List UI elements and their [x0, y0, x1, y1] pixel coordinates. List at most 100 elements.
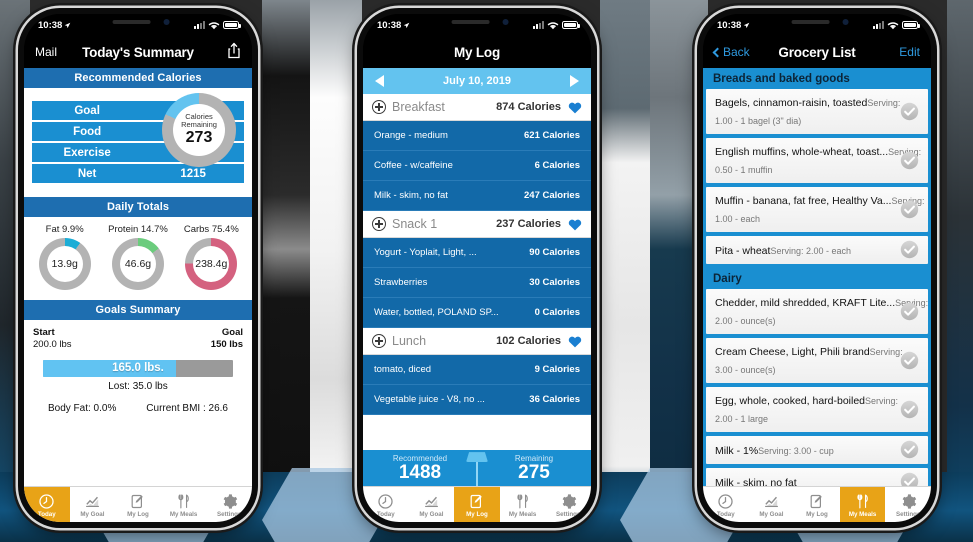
food-entry-row[interactable]: Orange - medium 621 Calories — [363, 121, 591, 151]
plus-circle-icon[interactable] — [372, 100, 386, 114]
food-entry-row[interactable]: Water, bottled, POLAND SP... 0 Calories — [363, 298, 591, 328]
tab-label: Settings — [216, 511, 242, 518]
check-circle-icon[interactable] — [900, 151, 919, 170]
next-arrow-icon[interactable] — [569, 75, 579, 87]
meal-calories: 874 Calories — [496, 101, 561, 113]
earpiece-speaker — [451, 20, 490, 24]
donut-center: Calories Remaining 273 — [173, 104, 225, 156]
tab-my-meals[interactable]: My Meals — [500, 487, 546, 522]
macro-caption: Protein 14.7% — [108, 224, 168, 235]
tab-label: My Goal — [419, 511, 444, 518]
food-entry-row[interactable]: Yogurt - Yoplait, Light, ... 90 Calories — [363, 238, 591, 268]
goal-endpoints: Start 200.0 lbs Goal 150 lbs — [33, 327, 243, 351]
remaining-value: 275 — [518, 462, 550, 484]
edit-button[interactable]: Edit — [878, 45, 920, 59]
grocery-list-item[interactable]: Milk - 1%Serving: 3.00 - cup — [706, 436, 928, 464]
plus-circle-icon[interactable] — [372, 217, 386, 231]
weight-lost-text: Lost: 35.0 lbs — [108, 380, 168, 392]
tab-my-log[interactable]: My Log — [454, 487, 500, 522]
start-label: Start — [33, 327, 55, 338]
check-circle-icon[interactable] — [900, 472, 919, 486]
tab-my-goal[interactable]: My Goal — [749, 487, 795, 522]
tab-my-log[interactable]: My Log — [115, 487, 161, 522]
back-to-mail-button[interactable]: Mail — [35, 45, 77, 59]
tab-today[interactable]: Today — [703, 487, 749, 522]
tab-my-meals[interactable]: My Meals — [839, 487, 886, 522]
share-button[interactable] — [199, 42, 241, 62]
check-circle-icon[interactable] — [900, 440, 919, 459]
prev-arrow-icon[interactable] — [375, 75, 384, 87]
plus-circle-icon[interactable] — [372, 334, 386, 348]
gear-icon — [223, 494, 237, 509]
check-circle-icon[interactable] — [900, 240, 919, 259]
grocery-item-text: Egg, whole, cooked, hard-boiledServing: … — [715, 391, 898, 427]
grocery-item-serving: Serving: 3.00 - cup — [758, 445, 834, 456]
grocery-item-name: Pita - wheat — [715, 244, 771, 257]
grocery-list-item[interactable]: English muffins, whole-wheat, toast...Se… — [706, 138, 928, 183]
calories-remaining-donut: Calories Remaining 273 — [162, 93, 236, 167]
macro-caption: Carbs 75.4% — [183, 224, 239, 235]
meal-header-row[interactable]: Breakfast 874 Calories — [363, 94, 591, 121]
grocery-item-text: Bagels, cinnamon-raisin, toastedServing:… — [715, 93, 900, 129]
grocery-item-name: Muffin - banana, fat free, Healthy Va... — [715, 195, 892, 207]
check-circle-icon[interactable] — [900, 200, 919, 219]
row-key: Net — [77, 167, 97, 180]
lamp-pole — [476, 462, 478, 486]
tab-my-goal[interactable]: My Goal — [409, 487, 455, 522]
check-circle-icon[interactable] — [900, 302, 919, 321]
grocery-list-item[interactable]: Cream Cheese, Light, Phili brandServing:… — [706, 338, 928, 383]
goal-label: Goal — [221, 327, 243, 338]
grocery-section-header: Dairy — [703, 268, 931, 289]
heart-icon[interactable] — [568, 335, 582, 348]
macro-donut-center: 13.9g — [46, 246, 83, 282]
screen-today-summary: 10:38 Mail Today's Summary Recommended C… — [24, 14, 252, 522]
grocery-item-name: Milk - skim, no fat — [715, 476, 797, 487]
food-entry-row[interactable]: tomato, diced 9 Calories — [363, 355, 591, 385]
food-entry-row[interactable]: Milk - skim, no fat 247 Calories — [363, 181, 591, 211]
tab-label: My Meals — [169, 511, 198, 518]
meal-header-row[interactable]: Snack 1 237 Calories — [363, 211, 591, 238]
tab-my-goal[interactable]: My Goal — [70, 487, 116, 522]
grocery-item-name: Egg, whole, cooked, hard-boiled — [715, 395, 866, 407]
grocery-list-item[interactable]: Chedder, mild shredded, KRAFT Lite...Ser… — [706, 289, 928, 334]
food-calories: 621 Calories — [524, 130, 580, 141]
meal-header-row[interactable]: Lunch 102 Calories — [363, 328, 591, 355]
grocery-list-item[interactable]: Pita - wheatServing: 2.00 - each — [706, 236, 928, 264]
check-circle-icon[interactable] — [900, 351, 919, 370]
back-button[interactable]: Back — [712, 45, 756, 59]
heart-icon[interactable] — [568, 218, 582, 231]
food-name: Yogurt - Yoplait, Light, ... — [374, 247, 477, 258]
macro-donut-ring: 46.6g — [111, 238, 164, 290]
log-entry-list: Breakfast 874 Calories Orange - medium 621 … — [363, 94, 591, 450]
tab-label: Settings — [895, 511, 921, 518]
bg-band — [947, 0, 973, 542]
bg-band — [262, 0, 310, 542]
food-calories: 247 Calories — [524, 190, 580, 201]
grocery-list-item[interactable]: Bagels, cinnamon-raisin, toastedServing:… — [706, 89, 928, 134]
food-entry-row[interactable]: Vegetable juice - V8, no ... 36 Calories — [363, 385, 591, 415]
check-circle-icon[interactable] — [900, 102, 919, 121]
lamp-shade — [466, 452, 488, 463]
tab-bar: Today My Goal My Log My Meals Settings — [24, 486, 252, 522]
tab-my-log[interactable]: My Log — [794, 487, 840, 522]
current-date[interactable]: July 10, 2019 — [443, 75, 511, 87]
food-calories: 9 Calories — [534, 364, 580, 375]
tab-my-meals[interactable]: My Meals — [161, 487, 207, 522]
back-button-label: Back — [723, 45, 750, 59]
macro-grams: 238.4g — [195, 258, 228, 270]
food-entry-row[interactable]: Strawberries 30 Calories — [363, 268, 591, 298]
wifi-icon — [208, 21, 220, 29]
meal-calories: 102 Calories — [496, 335, 561, 347]
check-circle-icon[interactable] — [900, 400, 919, 419]
food-name: Water, bottled, POLAND SP... — [374, 307, 499, 318]
grocery-list-item[interactable]: Milk - skim, no fat — [706, 468, 928, 486]
cellular-signal-icon — [194, 21, 205, 29]
meal-name: Breakfast — [392, 100, 445, 114]
tab-today[interactable]: Today — [24, 487, 70, 522]
grocery-list-item[interactable]: Muffin - banana, fat free, Healthy Va...… — [706, 187, 928, 232]
tab-today[interactable]: Today — [363, 487, 409, 522]
food-entry-row[interactable]: Coffee - w/caffeine 6 Calories — [363, 151, 591, 181]
heart-icon[interactable] — [568, 101, 582, 114]
fork-knife-icon — [178, 494, 189, 509]
grocery-list-item[interactable]: Egg, whole, cooked, hard-boiledServing: … — [706, 387, 928, 432]
